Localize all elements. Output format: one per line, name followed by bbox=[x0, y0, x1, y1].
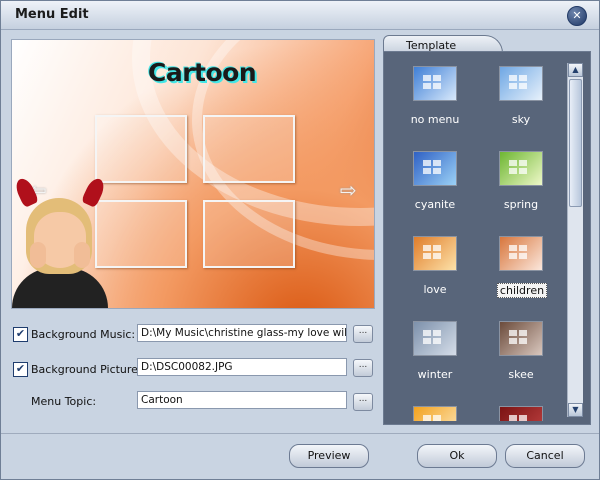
window-title: Menu Edit bbox=[15, 7, 89, 22]
cartoon-child-image bbox=[12, 175, 112, 308]
template-name: no menu bbox=[410, 113, 460, 126]
template-item[interactable]: no menu bbox=[389, 55, 475, 139]
template-scrollbar[interactable]: ▲ ▼ bbox=[567, 63, 583, 417]
preview-menu-title: Cartoon bbox=[148, 58, 257, 87]
cancel-button[interactable]: Cancel bbox=[505, 444, 585, 468]
menu-topic-field[interactable]: Cartoon bbox=[137, 391, 347, 409]
background-music-browse-button[interactable]: ... bbox=[353, 325, 373, 343]
template-name: spring bbox=[503, 198, 539, 211]
next-page-arrow-icon[interactable]: ⇨ bbox=[340, 178, 357, 202]
template-item[interactable]: spring bbox=[475, 140, 561, 224]
background-picture-browse-button[interactable]: ... bbox=[353, 359, 373, 377]
template-thumbnail[interactable] bbox=[500, 407, 542, 421]
scrollbar-thumb[interactable] bbox=[569, 79, 582, 207]
template-item[interactable]: skee bbox=[475, 310, 561, 394]
template-item[interactable] bbox=[475, 395, 561, 421]
title-bar: Menu Edit ✕ bbox=[1, 1, 599, 30]
template-thumbnail[interactable] bbox=[500, 237, 542, 270]
template-name: sky bbox=[511, 113, 531, 126]
template-item[interactable] bbox=[389, 395, 475, 421]
template-item[interactable]: sky bbox=[475, 55, 561, 139]
scroll-up-icon[interactable]: ▲ bbox=[568, 63, 583, 77]
menu-topic-label: Menu Topic: bbox=[31, 395, 97, 408]
template-item[interactable]: winter bbox=[389, 310, 475, 394]
menu-edit-window: Menu Edit ✕ Cartoon ⇦ ⇨ ✔ Background Mus… bbox=[0, 0, 600, 480]
template-name: children bbox=[497, 283, 547, 298]
template-thumbnail[interactable] bbox=[500, 322, 542, 355]
background-picture-checkbox[interactable]: ✔ bbox=[13, 362, 28, 377]
template-name: love bbox=[423, 283, 447, 296]
preview-button[interactable]: Preview bbox=[289, 444, 369, 468]
menu-topic-browse-button[interactable]: ... bbox=[353, 393, 373, 411]
template-item[interactable]: cyanite bbox=[389, 140, 475, 224]
preview-menu-slot bbox=[203, 200, 295, 268]
background-picture-field[interactable]: D:\DSC00082.JPG bbox=[137, 358, 347, 376]
template-thumbnail[interactable] bbox=[414, 237, 456, 270]
menu-preview: Cartoon ⇦ ⇨ bbox=[11, 39, 375, 309]
template-thumbnail[interactable] bbox=[414, 407, 456, 421]
background-music-checkbox[interactable]: ✔ bbox=[13, 327, 28, 342]
template-name: cyanite bbox=[414, 198, 456, 211]
template-thumbnail[interactable] bbox=[414, 322, 456, 355]
template-name: winter bbox=[417, 368, 453, 381]
preview-menu-slot bbox=[203, 115, 295, 183]
template-thumbnail[interactable] bbox=[500, 67, 542, 100]
template-thumbnail[interactable] bbox=[500, 152, 542, 185]
background-music-field[interactable]: D:\My Music\christine glass-my love will… bbox=[137, 324, 347, 342]
footer-divider bbox=[1, 433, 599, 434]
background-music-label: Background Music: bbox=[31, 328, 136, 341]
template-item[interactable]: children bbox=[475, 225, 561, 309]
template-grid: no menu sky cyanite spring love children winte… bbox=[385, 53, 565, 421]
background-picture-label: Background Picture: bbox=[31, 363, 142, 376]
scroll-down-icon[interactable]: ▼ bbox=[568, 403, 583, 417]
ok-button[interactable]: Ok bbox=[417, 444, 497, 468]
template-thumbnail[interactable] bbox=[414, 67, 456, 100]
close-icon[interactable]: ✕ bbox=[567, 6, 587, 26]
template-thumbnail[interactable] bbox=[414, 152, 456, 185]
template-name: skee bbox=[508, 368, 534, 381]
preview-menu-slot bbox=[95, 115, 187, 183]
template-item[interactable]: love bbox=[389, 225, 475, 309]
